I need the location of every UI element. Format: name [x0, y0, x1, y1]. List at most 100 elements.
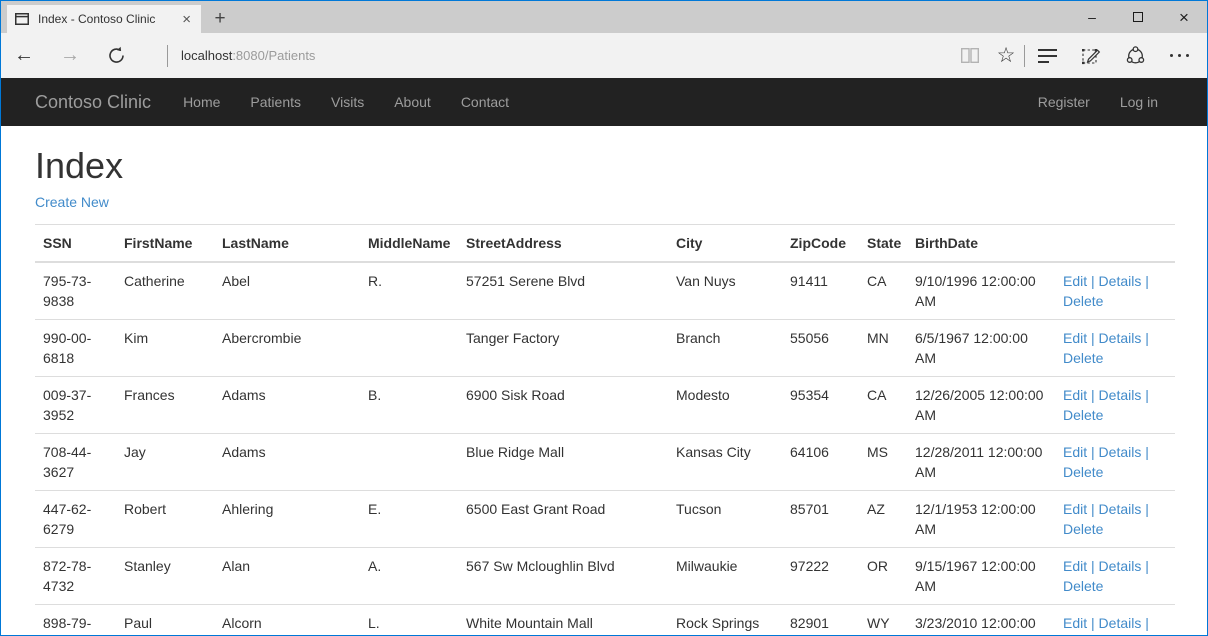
delete-link[interactable]: Delete: [1063, 464, 1103, 480]
cell-middle: A.: [360, 547, 458, 604]
delete-link[interactable]: Delete: [1063, 350, 1103, 366]
details-link[interactable]: Details: [1099, 444, 1142, 460]
action-separator: |: [1141, 387, 1149, 403]
minimize-button[interactable]: –: [1069, 1, 1115, 33]
details-link[interactable]: Details: [1099, 273, 1142, 289]
edit-link[interactable]: Edit: [1063, 501, 1087, 517]
cell-street: 567 Sw Mcloughlin Blvd: [458, 547, 668, 604]
details-link[interactable]: Details: [1099, 330, 1142, 346]
favicon-window-icon: [15, 13, 29, 25]
details-link[interactable]: Details: [1099, 387, 1142, 403]
action-separator: |: [1141, 330, 1149, 346]
page-content: Index Create New SSNFirstNameLastNameMid…: [1, 126, 1207, 635]
more-button[interactable]: [1157, 33, 1201, 78]
favorites-button[interactable]: ☆: [988, 33, 1024, 78]
details-link[interactable]: Details: [1099, 558, 1142, 574]
cell-birth: 12/26/2005 12:00:00 AM: [907, 376, 1055, 433]
column-header: [1055, 224, 1175, 262]
cell-actions: Edit | Details | Delete: [1055, 547, 1175, 604]
cell-city: Branch: [668, 319, 782, 376]
cell-last: Ahlering: [214, 490, 360, 547]
cell-middle: L.: [360, 604, 458, 635]
edit-link[interactable]: Edit: [1063, 444, 1087, 460]
action-separator: |: [1141, 501, 1149, 517]
action-separator: |: [1087, 330, 1098, 346]
nav-item-visits[interactable]: Visits: [316, 78, 379, 126]
cell-street: Blue Ridge Mall: [458, 433, 668, 490]
details-link[interactable]: Details: [1099, 615, 1142, 631]
cell-last: Abercrombie: [214, 319, 360, 376]
edit-link[interactable]: Edit: [1063, 387, 1087, 403]
brand-link[interactable]: Contoso Clinic: [35, 92, 151, 113]
cell-street: 6500 East Grant Road: [458, 490, 668, 547]
cell-city: Modesto: [668, 376, 782, 433]
cell-ssn: 708-44-3627: [35, 433, 116, 490]
web-note-button[interactable]: [1069, 33, 1113, 78]
cell-zip: 82901: [782, 604, 859, 635]
nav-item-home[interactable]: Home: [168, 78, 235, 126]
url-field[interactable]: localhost:8080/Patients: [181, 48, 315, 63]
create-new-link[interactable]: Create New: [35, 194, 109, 210]
delete-link[interactable]: Delete: [1063, 407, 1103, 423]
cell-actions: Edit | Details | Delete: [1055, 376, 1175, 433]
cell-zip: 64106: [782, 433, 859, 490]
cell-city: Tucson: [668, 490, 782, 547]
share-button[interactable]: [1113, 33, 1157, 78]
column-header: FirstName: [116, 224, 214, 262]
delete-link[interactable]: Delete: [1063, 521, 1103, 537]
action-separator: |: [1087, 273, 1098, 289]
delete-link[interactable]: Delete: [1063, 578, 1103, 594]
cell-last: Abel: [214, 262, 360, 320]
browser-tab[interactable]: Index - Contoso Clinic ×: [7, 5, 201, 33]
action-separator: |: [1087, 558, 1098, 574]
minimize-icon: –: [1088, 10, 1096, 24]
site-navbar: Contoso Clinic Home Patients Visits Abou…: [1, 78, 1207, 126]
cell-city: Kansas City: [668, 433, 782, 490]
close-button[interactable]: ×: [1161, 1, 1207, 33]
login-link[interactable]: Log in: [1105, 78, 1173, 126]
nav-item-about[interactable]: About: [379, 78, 446, 126]
table-head-row: SSNFirstNameLastNameMiddleNameStreetAddr…: [35, 224, 1175, 262]
cell-actions: Edit | Details | Delete: [1055, 319, 1175, 376]
cell-first: Frances: [116, 376, 214, 433]
edit-link[interactable]: Edit: [1063, 558, 1087, 574]
cell-middle: B.: [360, 376, 458, 433]
edit-link[interactable]: Edit: [1063, 330, 1087, 346]
cell-street: 6900 Sisk Road: [458, 376, 668, 433]
hub-button[interactable]: [1025, 33, 1069, 78]
delete-link[interactable]: Delete: [1063, 293, 1103, 309]
cell-first: Stanley: [116, 547, 214, 604]
cell-ssn: 898-79-3731: [35, 604, 116, 635]
refresh-button[interactable]: [93, 33, 139, 78]
action-separator: |: [1141, 444, 1149, 460]
column-header: StreetAddress: [458, 224, 668, 262]
cell-first: Catherine: [116, 262, 214, 320]
register-link[interactable]: Register: [1023, 78, 1105, 126]
cell-street: White Mountain Mall: [458, 604, 668, 635]
url-path: :8080/Patients: [232, 48, 315, 63]
browser-window: Index - Contoso Clinic × + – × ← → local…: [0, 0, 1208, 636]
maximize-button[interactable]: [1115, 1, 1161, 33]
cell-last: Alan: [214, 547, 360, 604]
nav-item-patients[interactable]: Patients: [235, 78, 316, 126]
tab-close-icon[interactable]: ×: [180, 12, 193, 27]
cell-first: Kim: [116, 319, 214, 376]
table-body: 795-73-9838CatherineAbelR.57251 Serene B…: [35, 262, 1175, 635]
cell-birth: 3/23/2010 12:00:00 AM: [907, 604, 1055, 635]
cell-birth: 9/10/1996 12:00:00 AM: [907, 262, 1055, 320]
book-icon: [960, 47, 980, 64]
nav-item-contact[interactable]: Contact: [446, 78, 524, 126]
edit-link[interactable]: Edit: [1063, 273, 1087, 289]
details-link[interactable]: Details: [1099, 501, 1142, 517]
table-row: 009-37-3952FrancesAdamsB.6900 Sisk RoadM…: [35, 376, 1175, 433]
cell-middle: R.: [360, 262, 458, 320]
new-tab-button[interactable]: +: [201, 5, 239, 33]
back-button[interactable]: ←: [1, 33, 47, 78]
edit-link[interactable]: Edit: [1063, 615, 1087, 631]
forward-button: →: [47, 33, 93, 78]
cell-ssn: 009-37-3952: [35, 376, 116, 433]
cell-birth: 9/15/1967 12:00:00 AM: [907, 547, 1055, 604]
cell-birth: 6/5/1967 12:00:00 AM: [907, 319, 1055, 376]
cell-birth: 12/1/1953 12:00:00 AM: [907, 490, 1055, 547]
tab-title: Index - Contoso Clinic: [38, 12, 180, 26]
